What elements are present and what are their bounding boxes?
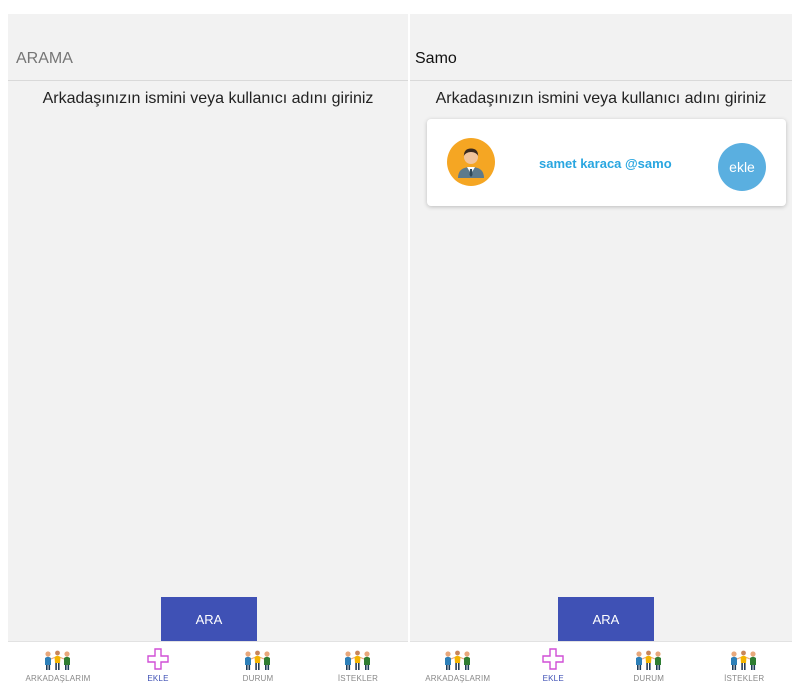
people-icon (243, 649, 273, 671)
user-result-card[interactable]: samet karaca @samo ekle (427, 119, 786, 206)
status-bar (8, 0, 408, 14)
result-user-name[interactable]: samet karaca @samo (539, 156, 672, 171)
search-row (8, 38, 408, 81)
search-screen-results: Arkadaşınızın ismini veya kullanıcı adın… (410, 0, 792, 686)
nav-item-status[interactable]: DURUM (601, 642, 697, 686)
bottom-nav: ARKADAŞLARIM EKLE DURUM İSTEKLER (8, 641, 408, 686)
nav-item-requests[interactable]: İSTEKLER (697, 642, 792, 686)
nav-label: DURUM (242, 674, 274, 683)
instruction-text: Arkadaşınızın ismini veya kullanıcı adın… (42, 90, 374, 107)
nav-item-friends[interactable]: ARKADAŞLARIM (410, 642, 506, 686)
nav-item-friends[interactable]: ARKADAŞLARIM (8, 642, 108, 686)
plus-icon (541, 647, 565, 671)
people-icon (443, 649, 473, 671)
search-screen-empty: Arkadaşınızın ismini veya kullanıcı adın… (8, 0, 408, 686)
user-avatar-icon (447, 138, 495, 186)
nav-label: ARKADAŞLARIM (425, 674, 491, 683)
nav-label: EKLE (147, 674, 169, 683)
bottom-nav: ARKADAŞLARIM EKLE DURUM İSTEKLER (410, 641, 792, 686)
nav-item-status[interactable]: DURUM (208, 642, 308, 686)
people-icon (43, 649, 73, 671)
search-input[interactable] (16, 46, 400, 72)
people-icon (343, 649, 373, 671)
plus-icon (146, 647, 170, 671)
search-button[interactable]: ARA (161, 597, 257, 641)
status-bar (410, 0, 792, 14)
search-button[interactable]: ARA (558, 597, 654, 641)
nav-label: İSTEKLER (337, 674, 379, 683)
add-friend-button[interactable]: ekle (718, 143, 766, 191)
nav-label: İSTEKLER (724, 674, 765, 683)
nav-label: EKLE (542, 674, 564, 683)
nav-label: ARKADAŞLARIM (25, 674, 91, 683)
people-icon (729, 649, 759, 671)
nav-item-add[interactable]: EKLE (506, 642, 602, 686)
nav-label: DURUM (633, 674, 665, 683)
instruction-text: Arkadaşınızın ismini veya kullanıcı adın… (435, 90, 767, 107)
nav-item-add[interactable]: EKLE (108, 642, 208, 686)
nav-item-requests[interactable]: İSTEKLER (308, 642, 408, 686)
search-input[interactable] (415, 46, 784, 72)
search-row (410, 38, 792, 81)
people-icon (634, 649, 664, 671)
